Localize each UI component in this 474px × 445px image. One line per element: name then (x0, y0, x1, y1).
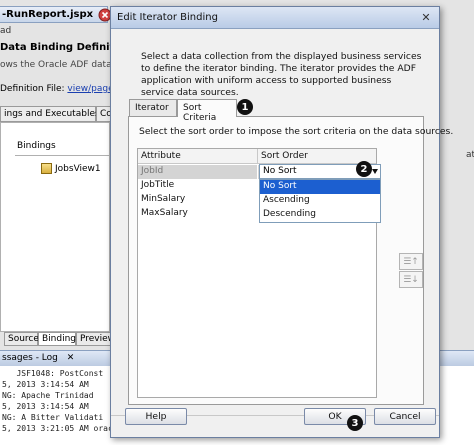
save-hint: ad (0, 26, 12, 36)
definition-file-row: Definition File: view/pageD (0, 84, 121, 94)
log-window-title: ssages - Log (2, 353, 58, 363)
option-no-sort[interactable]: No Sort (260, 180, 380, 194)
bindings-header: Bindings (17, 141, 56, 151)
editor-tab[interactable]: -RunReport.jspx (0, 6, 112, 23)
editor-tab-label: -RunReport.jspx (2, 9, 94, 20)
right-edge-text: ataC (466, 150, 474, 160)
column-header-attribute: Attribute (141, 151, 181, 161)
sort-criteria-pane: Select the sort order to impose the sort… (128, 116, 453, 405)
sort-instruction: Select the sort order to impose the sort… (139, 126, 454, 137)
section-description: ows the Oracle ADF data bi (0, 60, 123, 70)
dialog-intro: Select a data collection from the displa… (141, 51, 422, 98)
edit-iterator-binding-dialog: Edit Iterator Binding ✕ Select a data co… (110, 6, 453, 438)
move-down-button[interactable]: ☰↓ (399, 271, 423, 288)
sort-order-dropdown: No Sort Ascending Descending (259, 179, 381, 223)
definition-file-label: Definition File: (0, 84, 65, 94)
attribute-cell: MaxSalary (141, 208, 188, 218)
attribute-cell: JobId (138, 165, 257, 179)
move-up-icon: ☰↑ (403, 256, 419, 267)
tab-iterator[interactable]: Iterator (129, 99, 177, 116)
iterator-icon (41, 163, 52, 174)
dialog-title: Edit Iterator Binding (117, 12, 218, 23)
sort-criteria-table: Attribute Sort Order JobId No Sort No So… (137, 148, 381, 398)
bindings-item[interactable]: JobsView1 (41, 163, 101, 174)
bindings-item-label: JobsView1 (55, 163, 101, 174)
option-ascending[interactable]: Ascending (260, 194, 380, 208)
callout-badge-3: 3 (347, 415, 363, 431)
tab-sort-criteria[interactable]: Sort Criteria (177, 99, 237, 123)
attribute-cell: MinSalary (141, 194, 186, 204)
move-down-icon: ☰↓ (403, 274, 419, 285)
tab-bindings-executables[interactable]: ings and Executables (0, 106, 100, 122)
dialog-titlebar[interactable]: Edit Iterator Binding ✕ (111, 7, 439, 29)
divider (15, 155, 111, 156)
table-header: Attribute Sort Order (138, 149, 376, 164)
bindings-panel: Bindings JobsView1 (0, 122, 111, 332)
help-button[interactable]: Help (125, 408, 187, 425)
combo-value: No Sort (263, 166, 297, 176)
close-icon[interactable]: ✕ (419, 11, 433, 24)
tab-source[interactable]: Source (4, 332, 39, 346)
attribute-cell: JobTitle (141, 180, 175, 190)
tab-preview[interactable]: Preview (76, 332, 115, 346)
tab-bindings[interactable]: Bindings (38, 332, 81, 346)
dialog-body: Select a data collection from the displa… (111, 29, 453, 437)
callout-badge-1: 1 (237, 99, 253, 115)
move-up-button[interactable]: ☰↑ (399, 253, 423, 270)
close-icon[interactable]: ✕ (67, 353, 75, 363)
chevron-down-icon[interactable] (372, 169, 378, 174)
cancel-button[interactable]: Cancel (374, 408, 436, 425)
table-row[interactable]: JobId No Sort No Sort Ascending Descendi… (138, 164, 381, 223)
callout-badge-2: 2 (356, 161, 372, 177)
option-descending[interactable]: Descending (260, 208, 380, 222)
